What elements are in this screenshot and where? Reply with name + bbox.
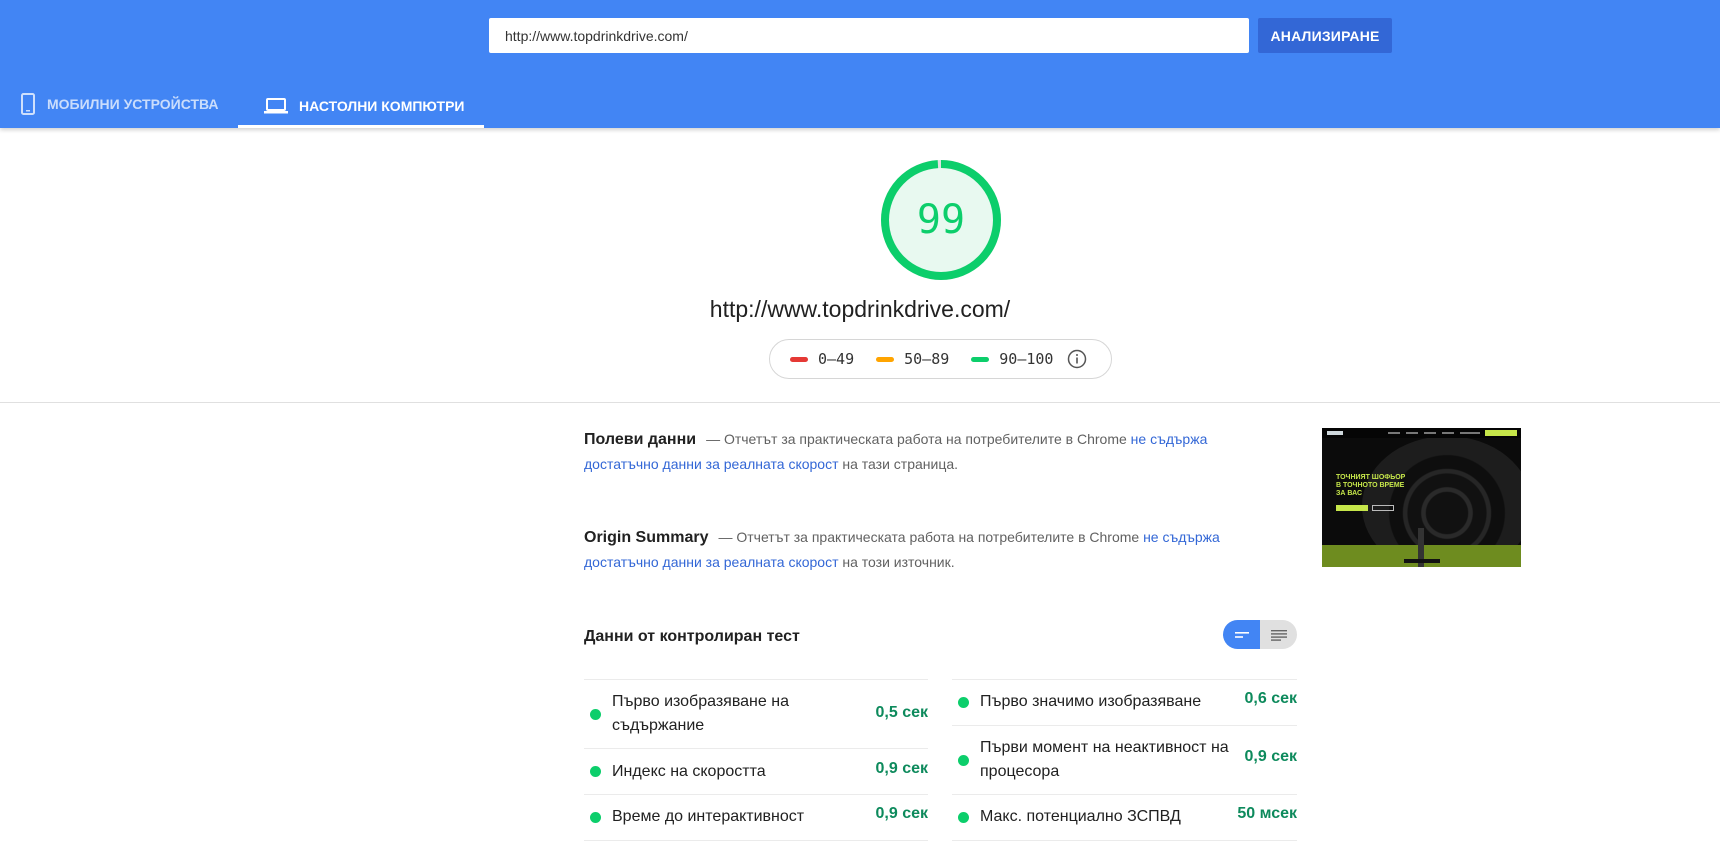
legend-label: 90–100: [999, 350, 1054, 368]
metric-status-dot: [958, 812, 969, 823]
tab-mobile-label: МОБИЛНИ УСТРОЙСТВА: [47, 96, 219, 112]
field-data-text-end: на тази страница.: [838, 456, 959, 472]
metric-label: Първо изобразяване на съдържание: [612, 693, 789, 734]
thumbnail-nav-link: [1406, 432, 1418, 434]
metric-label: Индекс на скоростта: [612, 763, 766, 780]
metric-tti: Време до интерактивност 0,9 сек: [584, 794, 928, 840]
metric-status-dot: [590, 766, 601, 777]
phone-icon: [20, 93, 36, 115]
active-tab-indicator: [238, 125, 484, 128]
analyzed-url: http://www.topdrinkdrive.com/: [709, 296, 1011, 322]
origin-summary-text-end: на този източник.: [838, 554, 955, 570]
tab-desktop[interactable]: НАСТОЛНИ КОМПЮТРИ: [238, 84, 484, 128]
metric-fcp: Първо изобразяване на съдържание 0,5 сек: [584, 679, 928, 747]
metric-status-dot: [958, 697, 969, 708]
url-input[interactable]: [489, 18, 1249, 53]
field-data-text: — Отчетът за практическата работа на пот…: [706, 431, 1131, 447]
tab-desktop-label: НАСТОЛНИ КОМПЮТРИ: [299, 98, 465, 114]
origin-summary-text: — Отчетът за практическата работа на пот…: [718, 529, 1144, 545]
view-toggle: [1223, 620, 1297, 649]
list-lines-icon: [1270, 629, 1287, 641]
field-data-section: Полеви данни — Отчетът за практическата р…: [584, 427, 1224, 477]
thumbnail-nav-link: [1388, 432, 1400, 434]
legend-item-pass: 90–100: [971, 350, 1053, 368]
metric-divider: [584, 840, 928, 841]
performance-score: 99: [916, 197, 966, 243]
metric-value: 0,9 сек: [875, 805, 929, 822]
expanded-view-button[interactable]: [1260, 620, 1297, 649]
metric-fmp: Първо значимо изобразяване 0,6 сек: [952, 679, 1297, 725]
thumbnail-nav-link: [1424, 432, 1436, 434]
metric-first-cpu-idle: Първи момент на неактивност на процесора…: [952, 725, 1297, 794]
metric-value: 0,9 сек: [875, 760, 929, 777]
metric-divider: [952, 840, 1297, 841]
metric-label: Време до интерактивност: [612, 808, 805, 825]
thumbnail-button-primary: [1336, 505, 1368, 511]
thumbnail-button-secondary: [1372, 505, 1394, 511]
metric-value: 0,9 сек: [1244, 748, 1298, 765]
thumbnail-headline: ТОЧНИЯТ ШОФЬОР В ТОЧНОТО ВРЕМЕ ЗА ВАС: [1336, 474, 1406, 497]
thumbnail-nav-link: [1460, 432, 1480, 434]
legend-item-fail: 0–49: [790, 350, 854, 368]
performance-gauge: 99: [880, 159, 1002, 281]
thumbnail-nav: [1322, 428, 1521, 438]
metric-label: Първо значимо изобразяване: [980, 693, 1202, 710]
legend-swatch-orange: [876, 356, 895, 362]
legend-label: 0–49: [818, 350, 855, 368]
section-divider: [0, 402, 1720, 403]
metric-status-dot: [590, 812, 601, 823]
thumbnail-nav-link: [1442, 432, 1454, 434]
thumbnail-bottom-bar: [1404, 559, 1440, 563]
metric-status-dot: [958, 755, 969, 766]
compact-lines-icon: [1234, 631, 1249, 638]
page-screenshot-thumbnail: ТОЧНИЯТ ШОФЬОР В ТОЧНОТО ВРЕМЕ ЗА ВАС: [1322, 428, 1521, 567]
header-bar: АНАЛИЗИРАНЕ МОБИЛНИ УСТРОЙСТВА НАСТОЛНИ …: [0, 0, 1720, 128]
metric-status-dot: [590, 709, 601, 720]
origin-summary-section: Origin Summary — Отчетът за практическата…: [584, 525, 1224, 575]
legend-swatch-green: [971, 356, 990, 362]
metric-value: 50 мсек: [1237, 805, 1297, 822]
origin-summary-title: Origin Summary: [584, 529, 709, 546]
metric-label: Първи момент на неактивност на процесора: [980, 739, 1229, 780]
lab-data-title: Данни от контролиран тест: [584, 628, 800, 645]
tab-mobile[interactable]: МОБИЛНИ УСТРОЙСТВА: [18, 84, 219, 124]
metric-value: 0,6 сек: [1244, 690, 1298, 707]
metric-label: Макс. потенциално ЗСПВД: [980, 808, 1181, 825]
legend-swatch-red: [790, 356, 808, 362]
legend-label: 50–89: [904, 350, 950, 368]
info-icon[interactable]: [1067, 349, 1087, 369]
compact-view-button[interactable]: [1223, 620, 1260, 649]
laptop-icon: [264, 97, 288, 115]
thumbnail-cta: [1485, 430, 1517, 436]
score-legend: 0–49 50–89 90–100: [769, 339, 1112, 379]
thumbnail-logo: [1327, 431, 1343, 435]
analyze-button[interactable]: АНАЛИЗИРАНЕ: [1258, 18, 1392, 53]
metric-value: 0,5 сек: [875, 704, 929, 721]
metric-speed-index: Индекс на скоростта 0,9 сек: [584, 748, 928, 794]
legend-item-average: 50–89: [876, 350, 949, 368]
metric-max-fid: Макс. потенциално ЗСПВД 50 мсек: [952, 794, 1297, 840]
field-data-title: Полеви данни: [584, 431, 697, 448]
